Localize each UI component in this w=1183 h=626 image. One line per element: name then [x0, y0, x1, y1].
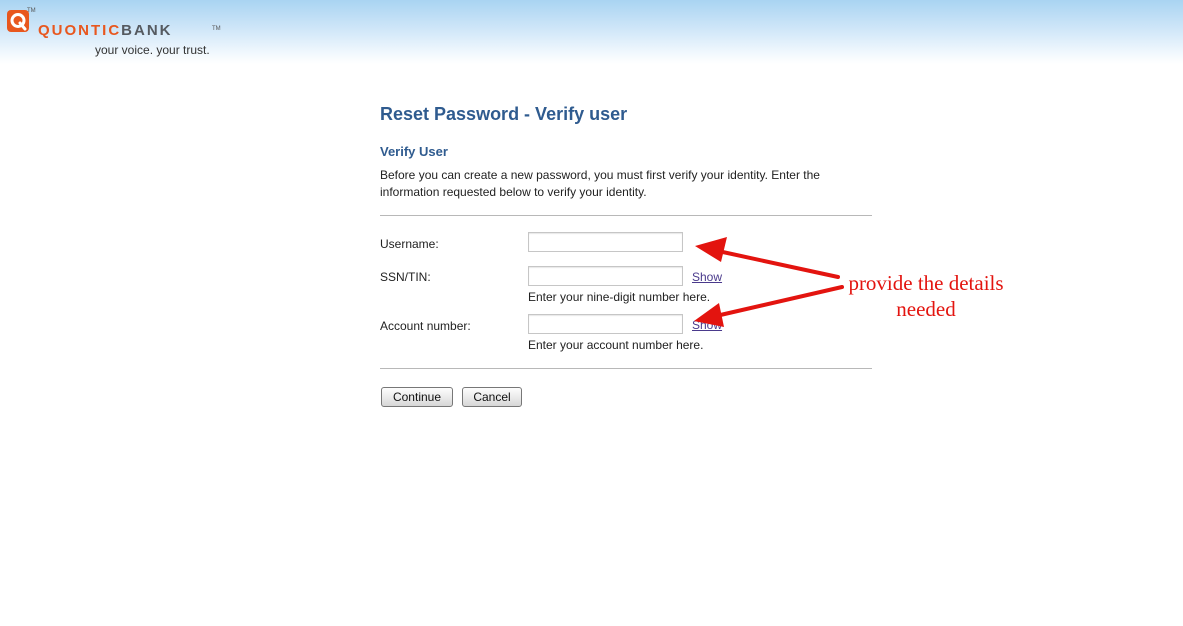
- trademark-mark: TM: [27, 8, 36, 14]
- brand-logo[interactable]: QUONTICBANK: [38, 22, 173, 39]
- logo-quontic-text: QUONTIC: [38, 22, 122, 39]
- account-number-label: Account number:: [380, 319, 471, 333]
- header-banner: TM QUONTICBANK TM your voice. your trust…: [0, 0, 1183, 64]
- ssn-input[interactable]: [528, 266, 683, 286]
- bottom-divider: [380, 368, 872, 369]
- quontic-logo-icon: [7, 10, 29, 32]
- ssn-show-link[interactable]: Show: [692, 270, 722, 284]
- logo-bank-text: BANK: [121, 22, 173, 39]
- continue-button[interactable]: Continue: [381, 387, 453, 407]
- username-input[interactable]: [528, 232, 683, 252]
- top-divider: [380, 215, 872, 216]
- cancel-button[interactable]: Cancel: [462, 387, 522, 407]
- annotation-callout: provide the details needed: [848, 271, 1004, 321]
- intro-text: Before you can create a new password, yo…: [380, 168, 820, 199]
- page-title: Reset Password - Verify user: [380, 104, 628, 124]
- ssn-label: SSN/TIN:: [380, 270, 431, 284]
- trademark-mark-2: TM: [212, 26, 221, 32]
- account-hint: Enter your account number here.: [528, 338, 704, 352]
- section-title: Verify User: [380, 144, 448, 159]
- brand-tagline: your voice. your trust.: [95, 43, 210, 57]
- ssn-hint: Enter your nine-digit number here.: [528, 290, 711, 304]
- account-show-link[interactable]: Show: [692, 318, 722, 332]
- account-number-input[interactable]: [528, 314, 683, 334]
- username-label: Username:: [380, 237, 439, 251]
